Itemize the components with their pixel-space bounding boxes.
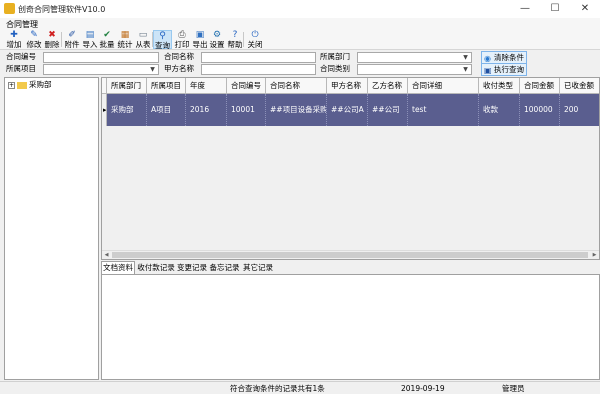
- date-status: 2019-09-19: [401, 384, 445, 393]
- column-header[interactable]: 乙方名称: [368, 78, 408, 94]
- column-header[interactable]: 甲方名称: [327, 78, 368, 94]
- contract-type-select[interactable]: ▼: [357, 64, 472, 75]
- query-run-icon: ▣: [484, 66, 492, 75]
- record-count-status: 符合查询条件的记录共有1条: [230, 384, 325, 393]
- query-button-label: 查询: [155, 41, 170, 50]
- execute-query-button[interactable]: ▣ 执行查询: [481, 63, 527, 76]
- scrollbar-thumb[interactable]: [112, 252, 588, 258]
- horizontal-scrollbar[interactable]: ◀ ▶: [102, 250, 599, 259]
- subtable-button[interactable]: ▭ 从表: [132, 30, 154, 49]
- tab-other-records[interactable]: 其它记录: [241, 262, 275, 274]
- user-status: 管理员: [502, 384, 525, 393]
- table-cell[interactable]: ##公司: [368, 94, 408, 126]
- contract-name-label: 合同名称: [164, 52, 194, 61]
- close-icon: ⏻: [251, 30, 259, 40]
- column-header[interactable]: 合同详细: [408, 78, 479, 94]
- column-header[interactable]: 合同编号: [227, 78, 266, 94]
- delete-button[interactable]: ✖ 删除: [41, 30, 63, 49]
- department-tree: + 采购部: [4, 77, 99, 380]
- tab-change-records[interactable]: 变更记录: [176, 262, 208, 274]
- department-label: 所属部门: [320, 52, 350, 61]
- table-cell[interactable]: ##项目设备采购: [266, 94, 327, 126]
- table-cell[interactable]: ##公司A: [327, 94, 368, 126]
- column-header[interactable]: 所属项目: [147, 78, 186, 94]
- tab-panel-documents: [101, 274, 600, 380]
- query-button[interactable]: ⚲ 查询: [153, 30, 172, 50]
- column-header[interactable]: 收付类型: [479, 78, 520, 94]
- execute-query-label: 执行查询: [494, 65, 524, 74]
- party-a-input[interactable]: [201, 64, 316, 75]
- department-select[interactable]: ▼: [357, 52, 472, 63]
- table-cell[interactable]: 采购部: [107, 94, 147, 126]
- contract-no-input[interactable]: [43, 52, 159, 63]
- table-cell[interactable]: 2016: [186, 94, 227, 126]
- table-cell[interactable]: 收款: [479, 94, 520, 126]
- contract-name-input[interactable]: [201, 52, 316, 63]
- tab-documents[interactable]: 文档资料: [101, 261, 135, 274]
- column-header[interactable]: 合同名称: [266, 78, 327, 94]
- close-button[interactable]: ⏻ 关闭: [244, 30, 266, 49]
- tab-memo-records[interactable]: 备忘记录: [208, 262, 241, 274]
- search-panel: 合同编号 合同名称 所属部门 ▼ ◉ 清除条件 所属项目 ▼ 甲方名称 合同类别…: [0, 50, 600, 76]
- table-cell[interactable]: 200: [560, 94, 599, 126]
- minimize-button[interactable]: —: [510, 0, 540, 18]
- table-cell[interactable]: 10001: [227, 94, 266, 126]
- project-label: 所属项目: [6, 64, 36, 73]
- scroll-left-icon[interactable]: ◀: [102, 251, 111, 259]
- status-bar: 符合查询条件的记录共有1条 2019-09-19 管理员: [0, 381, 600, 394]
- column-header[interactable]: 合同金额: [520, 78, 560, 94]
- chevron-down-icon: ▼: [463, 66, 468, 73]
- table-cell[interactable]: A项目: [147, 94, 186, 126]
- delete-icon: ✖: [48, 30, 56, 40]
- add-button-label: 增加: [6, 40, 22, 49]
- contract-no-label: 合同编号: [6, 52, 36, 61]
- table-cell[interactable]: 100000: [520, 94, 560, 126]
- chevron-down-icon: ▼: [150, 66, 155, 73]
- column-header[interactable]: 所属部门: [107, 78, 147, 94]
- close-button-label: 关闭: [247, 40, 263, 49]
- title-bar: 创奇合同管理软件V10.0 — ☐ ✕: [0, 0, 600, 18]
- delete-button-label: 删除: [44, 40, 60, 49]
- scroll-right-icon[interactable]: ▶: [590, 251, 599, 259]
- maximize-button[interactable]: ☐: [540, 0, 570, 18]
- table-row[interactable]: ▸ 采购部 A项目 2016 10001 ##项目设备采购 ##公司A ##公司…: [102, 94, 599, 126]
- expand-icon[interactable]: +: [8, 81, 15, 89]
- window-title: 创奇合同管理软件V10.0: [18, 5, 106, 14]
- subtable-icon: ▭: [138, 30, 148, 40]
- close-window-button[interactable]: ✕: [570, 0, 600, 18]
- clear-conditions-label: 清除条件: [494, 53, 524, 62]
- folder-icon: [17, 81, 27, 89]
- tree-node-label: 采购部: [29, 80, 52, 89]
- column-header[interactable]: 年度: [186, 78, 227, 94]
- table-cell[interactable]: test: [408, 94, 479, 126]
- contract-type-label: 合同类别: [320, 64, 350, 73]
- tree-node-purchasing[interactable]: + 采购部: [8, 80, 52, 89]
- add-button[interactable]: ✚ 增加: [3, 30, 25, 49]
- plus-icon: ✚: [10, 30, 18, 40]
- column-header[interactable]: 已收金额: [560, 78, 599, 94]
- subtable-button-label: 从表: [135, 40, 151, 49]
- search-icon: ⚲: [159, 31, 166, 41]
- party-a-label: 甲方名称: [164, 64, 194, 73]
- tab-payment-records[interactable]: 收付款记录: [136, 262, 176, 274]
- app-icon: [4, 3, 15, 14]
- toolbar: ✚ 增加 ✎ 修改 ✖ 删除 ✐ 附件 ▤ 导入 ✔ 批量 ▦ 统计 ▭ 从表 …: [0, 29, 600, 50]
- contract-grid: 所属部门 所属项目 年度 合同编号 合同名称 甲方名称 乙方名称 合同详细 收付…: [101, 77, 600, 260]
- chevron-down-icon: ▼: [463, 54, 468, 61]
- detail-tabs: 文档资料 收付款记录 变更记录 备忘记录 其它记录: [101, 261, 600, 274]
- menu-bar: 合同管理: [0, 18, 600, 29]
- project-select[interactable]: ▼: [43, 64, 159, 75]
